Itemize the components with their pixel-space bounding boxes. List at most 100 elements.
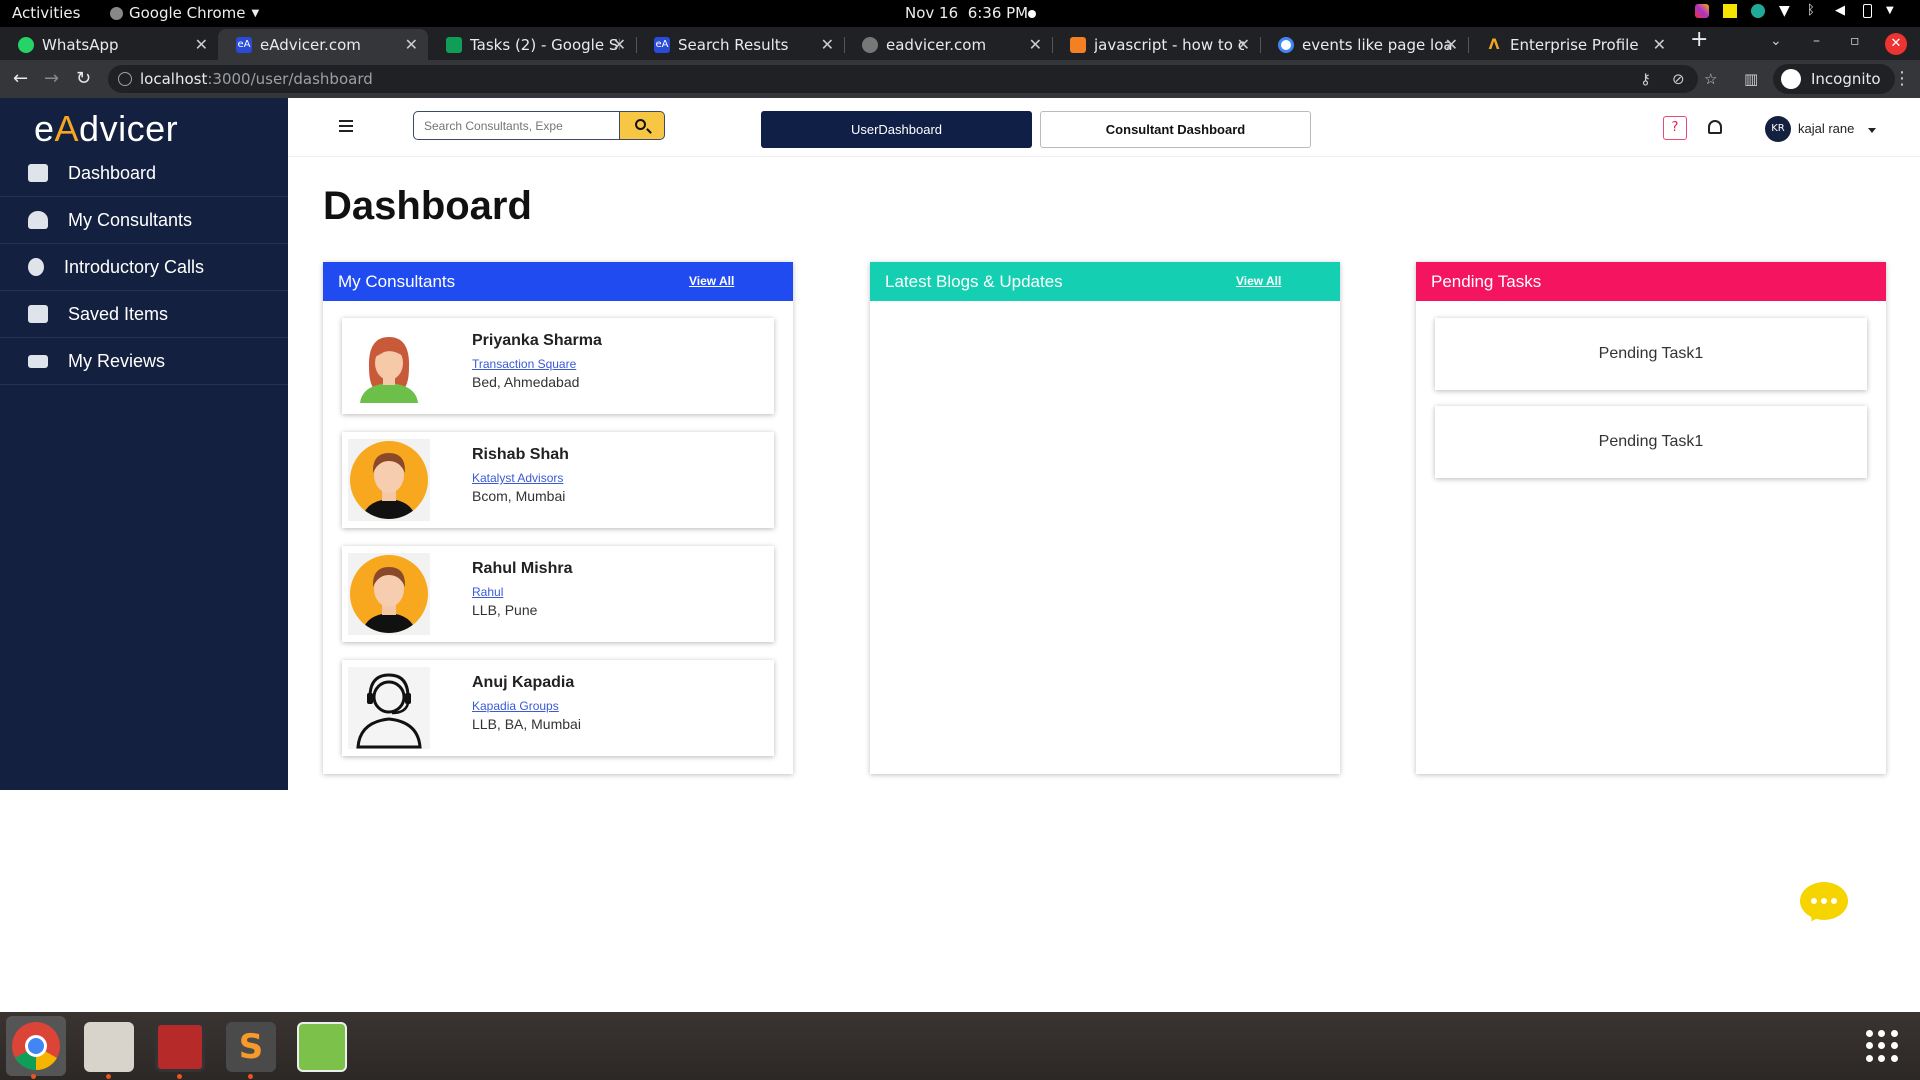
tab-eadvicer-com[interactable]: eadvicer.com ✕ <box>844 29 1052 60</box>
chrome-icon <box>110 6 123 20</box>
close-tab-icon[interactable]: ✕ <box>1029 35 1042 54</box>
tab-strip: WhatsApp ✕ eA eAdvicer.com ✕ Tasks (2) -… <box>0 27 1920 60</box>
activities-button[interactable]: Activities <box>12 4 80 22</box>
url-host: localhost <box>140 70 208 88</box>
tab-eadvicer[interactable]: eA eAdvicer.com ✕ <box>218 29 428 60</box>
user-icon <box>28 211 48 229</box>
tab-search-results[interactable]: eA Search Results ✕ <box>636 29 844 60</box>
panel-title: Pending Tasks <box>1431 272 1542 291</box>
search-button[interactable] <box>620 111 665 140</box>
user-dashboard-button[interactable]: UserDashboard <box>761 111 1032 148</box>
chrome-dock-icon[interactable] <box>6 1016 66 1076</box>
google-icon <box>1278 36 1294 53</box>
side-panel-icon[interactable]: ▥ <box>1744 71 1760 87</box>
incognito-badge[interactable]: Incognito <box>1773 64 1895 94</box>
tab-whatsapp[interactable]: WhatsApp ✕ <box>0 29 218 60</box>
chat-bubble-icon[interactable] <box>1800 882 1848 920</box>
tab-google-sheets[interactable]: Tasks (2) - Google She ✕ <box>428 29 636 60</box>
sidebar-item-saved-items[interactable]: Saved Items <box>0 291 288 338</box>
consultant-card[interactable]: Rahul Mishra Rahul LLB, Pune <box>342 546 774 642</box>
sublime-text-dock-icon[interactable]: S <box>226 1022 276 1072</box>
sidebar: eAdvicer Dashboard My Consultants Introd… <box>0 98 288 790</box>
consultant-name: Rahul Mishra <box>472 560 573 577</box>
notes-dock-icon[interactable] <box>297 1022 347 1072</box>
notification-dot-icon <box>1028 10 1036 18</box>
tab-enterprise-profile[interactable]: Λ Enterprise Profile ✕ <box>1468 29 1676 60</box>
consultant-firm-link[interactable]: Katalyst Advisors <box>472 471 563 485</box>
address-bar[interactable]: localhost:3000/user/dashboard <box>108 65 1698 93</box>
wifi-icon: ▼ <box>1779 3 1790 19</box>
eadvicer-icon: eA <box>654 36 670 53</box>
bookmark-star-icon[interactable]: ☆ <box>1704 71 1720 87</box>
inbox-icon <box>28 305 48 323</box>
task-card[interactable]: Pending Task1 <box>1435 406 1867 478</box>
app-menu[interactable]: Google Chrome ▼ <box>110 4 259 22</box>
consultant-card[interactable]: Anuj Kapadia Kapadia Groups LLB, BA, Mum… <box>342 660 774 756</box>
consultant-dashboard-button[interactable]: Consultant Dashboard <box>1040 111 1311 148</box>
terminal-dock-icon[interactable] <box>155 1022 205 1072</box>
tab-stackoverflow[interactable]: javascript - how to ca ✕ <box>1052 29 1260 60</box>
consultant-firm-link[interactable]: Rahul <box>472 585 503 599</box>
blogs-view-all-link[interactable]: View All <box>1236 262 1281 301</box>
sidebar-item-introductory-calls[interactable]: Introductory Calls <box>0 244 288 291</box>
app-name: Google Chrome <box>129 4 246 22</box>
show-applications-icon[interactable] <box>1866 1030 1898 1062</box>
minimize-window-button[interactable]: – <box>1813 33 1820 49</box>
restore-window-button[interactable]: ▫ <box>1850 33 1860 49</box>
forward-arrow-icon[interactable]: → <box>44 68 59 89</box>
close-tab-icon[interactable]: ✕ <box>613 35 626 54</box>
url-path: :3000/user/dashboard <box>207 70 373 88</box>
time: 6:36 PM <box>967 4 1029 22</box>
consultant-card[interactable]: Priyanka Sharma Transaction Square Bed, … <box>342 318 774 414</box>
tasks-panel-header: Pending Tasks <box>1416 262 1886 301</box>
browser-toolbar: ← → ↻ localhost:3000/user/dashboard ⚷ ⊘ … <box>0 60 1920 98</box>
close-tab-icon[interactable]: ✕ <box>1653 35 1666 54</box>
avatar[interactable]: KR <box>1765 116 1791 142</box>
system-menu-caret-icon: ▼ <box>1886 5 1894 16</box>
site-info-icon[interactable] <box>118 72 132 86</box>
close-tab-icon[interactable]: ✕ <box>1237 35 1250 54</box>
page-title: Dashboard <box>323 184 532 228</box>
kebab-menu-icon[interactable]: ⋮ <box>1893 68 1911 89</box>
sidebar-item-label: Saved Items <box>68 303 169 324</box>
consultant-firm-link[interactable]: Kapadia Groups <box>472 699 559 713</box>
search-input[interactable] <box>413 111 620 140</box>
logo-text: e <box>34 108 55 149</box>
task-card[interactable]: Pending Task1 <box>1435 318 1867 390</box>
help-icon[interactable]: ? <box>1663 116 1687 140</box>
sidebar-item-my-reviews[interactable]: My Reviews <box>0 338 288 385</box>
reload-icon[interactable]: ↻ <box>76 68 91 89</box>
files-dock-icon[interactable] <box>84 1022 134 1072</box>
close-tab-icon[interactable]: ✕ <box>195 35 208 54</box>
taskbar-dock: S <box>0 1012 1920 1080</box>
username[interactable]: kajal rane <box>1798 121 1854 136</box>
key-icon[interactable]: ⚷ <box>1640 71 1656 87</box>
sidebar-item-label: Introductory Calls <box>64 256 205 277</box>
system-tray[interactable]: ▼ ᛒ ◀ ▼ <box>1695 4 1900 18</box>
close-tab-icon[interactable]: ✕ <box>1445 35 1458 54</box>
consultant-firm-link[interactable]: Transaction Square <box>472 357 576 371</box>
new-tab-button[interactable]: + <box>1690 27 1708 52</box>
date: Nov 16 <box>905 4 959 22</box>
tab-google-search[interactable]: events like page load ✕ <box>1260 29 1468 60</box>
consultant-card[interactable]: Rishab Shah Katalyst Advisors Bcom, Mumb… <box>342 432 774 528</box>
tasks-panel: Pending Tasks Pending Task1 Pending Task… <box>1416 262 1886 774</box>
chevron-down-icon[interactable] <box>1868 128 1876 133</box>
volume-icon: ◀ <box>1835 3 1845 18</box>
clock[interactable]: Nov 16 6:36 PM <box>905 4 1028 22</box>
close-window-button[interactable]: ✕ <box>1885 33 1907 55</box>
brand-logo[interactable]: eAdvicer <box>34 108 178 150</box>
bell-icon[interactable] <box>1708 120 1722 134</box>
stackoverflow-icon <box>1070 36 1086 53</box>
hamburger-menu-icon[interactable] <box>339 120 353 132</box>
close-tab-icon[interactable]: ✕ <box>405 35 418 54</box>
consultants-view-all-link[interactable]: View All <box>689 262 734 301</box>
sidebar-item-my-consultants[interactable]: My Consultants <box>0 197 288 244</box>
tab-title: eadvicer.com <box>886 35 987 54</box>
close-tab-icon[interactable]: ✕ <box>821 35 834 54</box>
tab-search-chevron-icon[interactable]: ⌄ <box>1770 33 1782 49</box>
sidebar-item-dashboard[interactable]: Dashboard <box>0 150 288 197</box>
back-arrow-icon[interactable]: ← <box>13 68 28 89</box>
eye-off-icon[interactable]: ⊘ <box>1672 71 1688 87</box>
support-agent-avatar-image <box>348 667 430 749</box>
